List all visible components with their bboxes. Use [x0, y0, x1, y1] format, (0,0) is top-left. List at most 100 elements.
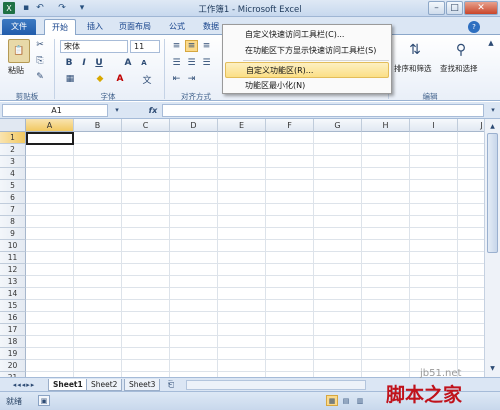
active-cell-a1[interactable] [26, 132, 74, 145]
row-header-5[interactable]: 5 [0, 180, 26, 192]
menu-item-customize-ribbon[interactable]: 自定义功能区(R)... [225, 62, 389, 78]
decrease-indent-icon[interactable]: ⇤ [170, 73, 183, 85]
grow-font-button[interactable]: A [122, 57, 134, 69]
normal-view-icon[interactable]: ▦ [326, 395, 338, 406]
column-header-i[interactable]: I [410, 119, 458, 132]
column-header-d[interactable]: D [170, 119, 218, 132]
row-header-19[interactable]: 19 [0, 348, 26, 360]
maximize-button[interactable]: □ [446, 1, 463, 15]
row-header-14[interactable]: 14 [0, 288, 26, 300]
name-box-dropdown-icon[interactable]: ▾ [112, 105, 122, 115]
gridline [26, 251, 484, 252]
name-box[interactable]: A1 [2, 104, 108, 117]
gridline [26, 287, 484, 288]
row-header-20[interactable]: 20 [0, 360, 26, 372]
tab-page-layout[interactable]: 页面布局 [112, 19, 158, 35]
row-header-18[interactable]: 18 [0, 336, 26, 348]
column-header-h[interactable]: H [362, 119, 410, 132]
row-header-9[interactable]: 9 [0, 228, 26, 240]
minimize-button[interactable]: – [428, 1, 445, 15]
column-header-b[interactable]: B [74, 119, 122, 132]
italic-button[interactable]: I [78, 57, 90, 69]
column-header-g[interactable]: G [314, 119, 362, 132]
row-header-15[interactable]: 15 [0, 300, 26, 312]
worksheet-grid[interactable]: ABCDEFGHIJ 1 2 3 4 5 6 7 8 9 10 11 12 13 14 15 16 17 18 19… [0, 119, 484, 377]
paste-label[interactable]: 粘贴 [8, 65, 24, 76]
column-header-c[interactable]: C [122, 119, 170, 132]
scroll-down-icon[interactable]: ▼ [487, 363, 498, 373]
row-header-2[interactable]: 2 [0, 144, 26, 156]
menu-item-customize-qat[interactable]: 自定义快速访问工具栏(C)... [225, 27, 389, 43]
underline-button[interactable]: U [93, 57, 105, 69]
gridline [26, 191, 484, 192]
align-right-icon[interactable]: ☰ [200, 57, 213, 69]
formula-input[interactable] [162, 104, 484, 117]
column-header-a[interactable]: A [26, 119, 74, 132]
sheet-tab-sheet1[interactable]: Sheet1 [48, 379, 88, 391]
row-header-8[interactable]: 8 [0, 216, 26, 228]
page-layout-view-icon[interactable]: ▤ [340, 395, 352, 406]
binoculars-icon[interactable]: ⚲ [450, 39, 472, 61]
align-center-icon[interactable]: ☰ [185, 57, 198, 69]
align-left-icon[interactable]: ☰ [170, 57, 183, 69]
paste-icon[interactable]: 📋 [8, 39, 30, 63]
tab-file[interactable]: 文件 [2, 19, 36, 35]
scroll-thumb[interactable] [487, 133, 498, 253]
row-header-4[interactable]: 4 [0, 168, 26, 180]
row-header-3[interactable]: 3 [0, 156, 26, 168]
row-header-13[interactable]: 13 [0, 276, 26, 288]
find-select-label[interactable]: 查找和选择 [440, 63, 478, 74]
close-button[interactable]: ✕ [464, 1, 498, 15]
row-header-17[interactable]: 17 [0, 324, 26, 336]
insert-sheet-icon[interactable]: ⎗ [164, 379, 178, 391]
horizontal-scrollbar[interactable] [186, 380, 366, 390]
bold-button[interactable]: B [63, 57, 75, 69]
row-header-1[interactable]: 1 [0, 132, 26, 144]
fill-color-icon[interactable]: ◆ [93, 73, 107, 85]
group-divider [54, 39, 55, 99]
row-header-11[interactable]: 11 [0, 252, 26, 264]
column-header-f[interactable]: F [266, 119, 314, 132]
menu-item-show-qat-below[interactable]: 在功能区下方显示快速访问工具栏(S) [225, 43, 389, 59]
row-header-16[interactable]: 16 [0, 312, 26, 324]
increase-indent-icon[interactable]: ⇥ [185, 73, 198, 85]
sort-filter-icon[interactable]: ⇅ [404, 39, 426, 61]
select-all-corner[interactable] [0, 119, 26, 132]
tab-insert[interactable]: 插入 [80, 19, 110, 35]
vertical-scrollbar[interactable]: ▲ ▼ [484, 119, 500, 377]
scroll-up-icon[interactable]: ▲ [487, 121, 498, 131]
align-top-icon[interactable]: ≡ [170, 40, 183, 52]
collapse-ribbon-icon[interactable]: ▲ [486, 38, 496, 48]
page-break-view-icon[interactable]: ▥ [354, 395, 366, 406]
copy-icon[interactable]: ⎘ [34, 55, 46, 67]
gridline [26, 203, 484, 204]
column-header-j[interactable]: J [458, 119, 484, 132]
font-name-select[interactable]: 宋体 [60, 40, 128, 53]
column-header-e[interactable]: E [218, 119, 266, 132]
borders-icon[interactable]: ▦ [63, 73, 77, 85]
tab-home[interactable]: 开始 [44, 19, 76, 35]
sheet-tab-sheet3[interactable]: Sheet3 [124, 379, 161, 391]
cut-icon[interactable]: ✂ [34, 39, 46, 51]
sort-filter-label[interactable]: 排序和筛选 [394, 63, 432, 74]
format-painter-icon[interactable]: ✎ [34, 71, 46, 83]
row-header-10[interactable]: 10 [0, 240, 26, 252]
align-bottom-icon[interactable]: ≡ [200, 40, 213, 52]
font-color-button[interactable]: A [113, 73, 127, 85]
tab-formulas[interactable]: 公式 [162, 19, 192, 35]
phonetic-icon[interactable]: 文 [140, 73, 154, 86]
row-header-12[interactable]: 12 [0, 264, 26, 276]
row-header-7[interactable]: 7 [0, 204, 26, 216]
sheet-nav-icon[interactable]: ◂◂◂▸▸ [4, 380, 44, 390]
shrink-font-button[interactable]: A [138, 57, 150, 69]
help-icon[interactable]: ? [468, 21, 480, 33]
font-size-select[interactable]: 11 [130, 40, 160, 53]
menu-item-minimize-ribbon[interactable]: 功能区最小化(N) [225, 78, 389, 94]
sheet-tab-sheet2[interactable]: Sheet2 [86, 379, 123, 391]
align-middle-icon[interactable]: ≡ [185, 40, 198, 52]
row-header-6[interactable]: 6 [0, 192, 26, 204]
insert-function-button[interactable]: fx [146, 104, 160, 117]
expand-formula-icon[interactable]: ▾ [488, 105, 498, 115]
clipboard-group-label: 剪贴板 [15, 92, 39, 101]
macro-record-icon[interactable]: ▣ [38, 395, 50, 406]
